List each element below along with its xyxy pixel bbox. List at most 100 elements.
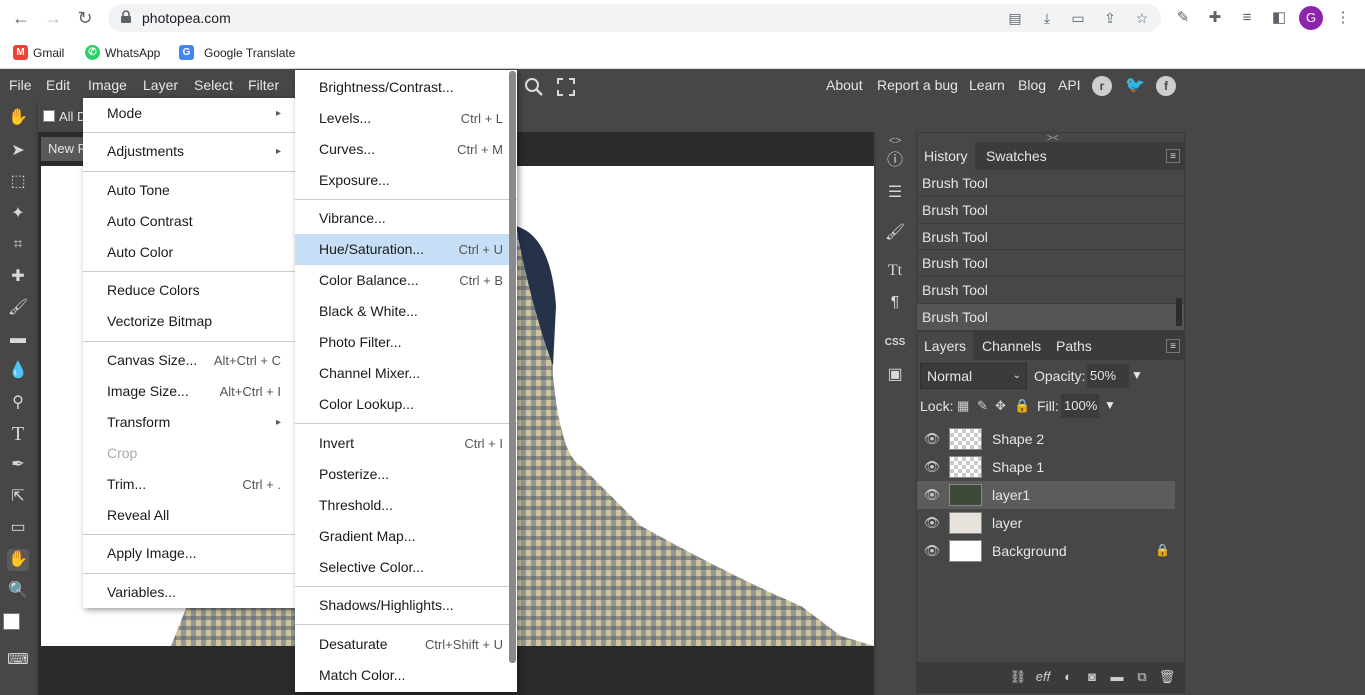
avatar[interactable]: G (1299, 6, 1323, 30)
menu-item-color-balance[interactable]: Color Balance... Ctrl + B (295, 265, 517, 296)
panel-menu-icon[interactable]: ≡ (1166, 149, 1180, 163)
brush-settings-icon[interactable]: 🖌 (884, 222, 906, 244)
menu-item-reduce-colors[interactable]: Reduce Colors (83, 275, 295, 306)
install-icon[interactable]: ⤓ (1039, 10, 1055, 26)
menu-item-gradient-map[interactable]: Gradient Map... (295, 521, 517, 552)
kebab-menu-icon[interactable]: ⋮ (1334, 9, 1352, 27)
gradient-tool-icon[interactable]: ▬ (7, 328, 29, 350)
folder-icon[interactable]: ▬ (1108, 668, 1126, 686)
marquee-tool-icon[interactable]: ⬚ (7, 171, 29, 193)
character-icon[interactable]: Tt (884, 260, 906, 282)
eye-icon[interactable]: 👁 (923, 431, 941, 447)
link-blog[interactable]: Blog (1018, 77, 1046, 93)
menu-item-mode[interactable]: Mode ▸ (83, 98, 295, 129)
menu-item-canvas-size[interactable]: Canvas Size... Alt+Ctrl + C (83, 345, 295, 376)
menu-item-hue-saturation[interactable]: Hue/Saturation... Ctrl + U (295, 234, 517, 265)
search-icon[interactable] (524, 77, 544, 97)
link-layers-icon[interactable]: ⛓ (1009, 668, 1027, 686)
menu-item-selective-color[interactable]: Selective Color... (295, 552, 517, 583)
layer-row[interactable]: 👁 Shape 2 (917, 425, 1175, 453)
type-tool-icon[interactable]: T (7, 423, 29, 445)
menu-item-black-white[interactable]: Black & White... (295, 296, 517, 327)
adjustment-layer-icon[interactable]: ◐ (1059, 668, 1077, 686)
eye-icon[interactable]: 👁 (923, 487, 941, 503)
menu-item-brightness-contrast[interactable]: Brightness/Contrast... (295, 72, 517, 103)
all-layers-checkbox[interactable] (43, 110, 55, 122)
menu-select[interactable]: Select (194, 77, 233, 93)
lock-brush-icon[interactable]: ✎ (977, 398, 988, 414)
forward-icon[interactable]: → (41, 6, 65, 30)
css-icon[interactable]: CSS (884, 332, 906, 354)
bookmark-star-icon[interactable]: ☆ (1134, 10, 1150, 26)
share-icon[interactable]: ⇪ (1102, 10, 1118, 26)
menu-item-image-size[interactable]: Image Size... Alt+Ctrl + I (83, 376, 295, 407)
history-item[interactable]: Brush Tool (917, 197, 1184, 224)
side-panel-icon[interactable]: ◧ (1270, 9, 1288, 27)
menu-item-adjustments[interactable]: Adjustments ▸ (83, 136, 295, 167)
collapse-icon[interactable]: <> (884, 136, 906, 147)
menu-item-curves[interactable]: Curves... Ctrl + M (295, 134, 517, 165)
menu-item-shadows-highlights[interactable]: Shadows/Highlights... (295, 590, 517, 621)
info-icon[interactable]: ⓘ (884, 150, 906, 172)
image-icon[interactable]: ▣ (884, 364, 906, 386)
menu-item-photo-filter[interactable]: Photo Filter... (295, 327, 517, 358)
menu-item-auto-contrast[interactable]: Auto Contrast (83, 206, 295, 237)
opacity-input[interactable]: 50% (1087, 364, 1129, 388)
bookmark-google-translate[interactable]: G Google Translate (179, 44, 295, 62)
back-icon[interactable]: ← (9, 6, 33, 30)
history-scrollbar[interactable] (1176, 298, 1182, 326)
menu-item-transform[interactable]: Transform ▸ (83, 407, 295, 438)
blend-mode-select[interactable]: Normal ⌄ (920, 363, 1027, 389)
eyedropper-icon[interactable]: ✎ (1174, 9, 1192, 27)
tab-paths[interactable]: Paths (1049, 332, 1099, 360)
new-layer-icon[interactable]: ⧉ (1133, 668, 1151, 686)
menu-edit[interactable]: Edit (46, 77, 70, 93)
menu-item-invert[interactable]: Invert Ctrl + I (295, 428, 517, 459)
menu-item-exposure[interactable]: Exposure... (295, 165, 517, 196)
magic-wand-icon[interactable]: ✦ (7, 203, 29, 225)
layer-row[interactable]: 👁 Background 🔒 (917, 537, 1175, 565)
history-item[interactable]: Brush Tool (917, 170, 1184, 197)
menu-layer[interactable]: Layer (143, 77, 178, 93)
effects-icon[interactable]: eff (1034, 668, 1052, 686)
dodge-tool-icon[interactable]: ⚲ (7, 392, 29, 414)
trash-icon[interactable]: 🗑 (1158, 668, 1176, 686)
hand-tool-icon[interactable]: ✋ (7, 107, 29, 129)
adjustments-icon[interactable]: ☰ (884, 182, 906, 204)
menu-item-apply-image[interactable]: Apply Image... (83, 538, 295, 569)
menu-image[interactable]: Image (88, 77, 127, 93)
link-about[interactable]: About (826, 77, 863, 93)
zoom-tool-icon[interactable]: 🔍 (7, 580, 29, 602)
history-item[interactable]: Brush Tool (917, 250, 1184, 278)
lock-all-icon[interactable]: 🔒 (1014, 398, 1030, 414)
bookmark-whatsapp[interactable]: ✆ WhatsApp (85, 44, 160, 62)
submenu-scrollbar[interactable] (509, 71, 516, 663)
menu-item-auto-tone[interactable]: Auto Tone (83, 175, 295, 206)
menu-item-match-color[interactable]: Match Color... (295, 660, 517, 691)
menu-item-channel-mixer[interactable]: Channel Mixer... (295, 358, 517, 389)
menu-item-desaturate[interactable]: Desaturate Ctrl+Shift + U (295, 629, 517, 660)
link-api[interactable]: API (1058, 77, 1081, 93)
layer-row[interactable]: 👁 layer (917, 509, 1175, 537)
eye-icon[interactable]: 👁 (923, 543, 941, 559)
healing-tool-icon[interactable]: ✚ (7, 266, 29, 288)
brush-tool-icon[interactable]: 🖌 (7, 297, 29, 319)
paragraph-icon[interactable]: ¶ (884, 292, 906, 314)
hand-tool-active-icon[interactable]: ✋ (7, 549, 29, 571)
foreground-color-swatch[interactable] (3, 613, 20, 630)
facebook-icon[interactable]: f (1156, 76, 1176, 96)
lock-pixels-icon[interactable]: ▦ (957, 398, 969, 414)
extensions-icon[interactable]: ✚ (1206, 9, 1224, 27)
shape-tool-icon[interactable]: ▭ (7, 517, 29, 539)
reload-icon[interactable]: ↻ (73, 6, 97, 30)
menu-item-variables[interactable]: Variables... (83, 577, 295, 608)
link-report-bug[interactable]: Report a bug (877, 77, 958, 93)
blur-tool-icon[interactable]: 💧 (7, 360, 29, 382)
fill-dropdown-icon[interactable]: ▼ (1104, 398, 1116, 412)
tab-history[interactable]: History (917, 142, 975, 170)
menu-item-posterize[interactable]: Posterize... (295, 459, 517, 490)
screenshot-icon[interactable]: ▤ (1007, 10, 1023, 26)
eye-icon[interactable]: 👁 (923, 515, 941, 531)
menu-item-trim[interactable]: Trim... Ctrl + . (83, 469, 295, 500)
reddit-icon[interactable]: r (1092, 76, 1112, 96)
